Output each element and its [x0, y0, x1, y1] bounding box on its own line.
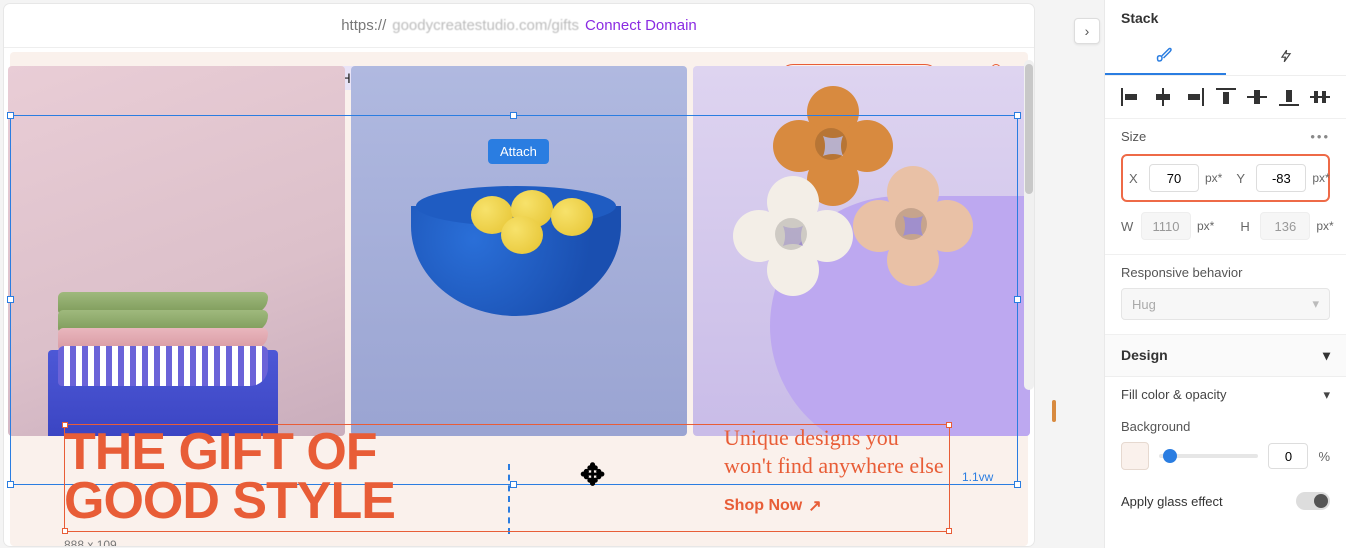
- h-label: H: [1240, 219, 1254, 234]
- scrollbar-thumb[interactable]: [1025, 64, 1033, 194]
- hero-images: [4, 66, 1034, 436]
- align-center-h-icon[interactable]: [1153, 88, 1173, 106]
- position-row-highlight: X px* Y px*: [1121, 154, 1330, 202]
- tab-interactions[interactable]: [1226, 36, 1346, 75]
- spacing-label: 1.1vw: [962, 470, 993, 484]
- inspector-title: Stack: [1105, 0, 1346, 36]
- responsive-value: Hug: [1132, 297, 1156, 312]
- glass-toggle[interactable]: [1296, 492, 1330, 510]
- caret-down-icon: ▾: [1323, 387, 1330, 403]
- design-section-header[interactable]: Design ▾: [1105, 335, 1346, 377]
- w-input: [1141, 212, 1191, 240]
- attach-button[interactable]: Attach: [488, 139, 549, 164]
- slider-thumb[interactable]: [1163, 449, 1177, 463]
- editor-canvas: https:// goodycreatestudio.com/gifts Con…: [4, 4, 1034, 546]
- opacity-slider[interactable]: [1159, 454, 1258, 458]
- align-center-v-icon[interactable]: [1247, 88, 1267, 106]
- dimension-label: 888 x 109: [64, 538, 117, 546]
- distribute-icon[interactable]: [1310, 88, 1330, 106]
- w-unit: px*: [1197, 219, 1214, 233]
- fill-label: Fill color & opacity: [1121, 387, 1226, 403]
- h-unit: px*: [1316, 219, 1333, 233]
- y-input[interactable]: [1256, 164, 1306, 192]
- align-bottom-icon[interactable]: [1279, 88, 1299, 106]
- more-icon[interactable]: •••: [1310, 129, 1330, 144]
- selection-outline-inner: [64, 424, 950, 532]
- resize-handle[interactable]: [946, 528, 952, 534]
- connect-domain-link[interactable]: Connect Domain: [585, 17, 697, 34]
- chevron-down-icon: ▾: [1312, 296, 1319, 312]
- hero-image-3[interactable]: [693, 66, 1030, 436]
- alignment-row: [1105, 76, 1346, 119]
- fill-opacity-row[interactable]: Fill color & opacity ▾: [1105, 377, 1346, 413]
- inspector-tabs: [1105, 36, 1346, 76]
- h-input[interactable]: [1260, 212, 1310, 240]
- url-host: goodycreatestudio.com/gifts: [392, 17, 579, 34]
- hero-image-1[interactable]: [8, 66, 345, 436]
- hero-image-2[interactable]: [351, 66, 688, 436]
- align-right-icon[interactable]: [1184, 88, 1204, 106]
- x-label: X: [1129, 171, 1143, 186]
- glass-label: Apply glass effect: [1121, 494, 1223, 509]
- size-label: Size: [1121, 129, 1146, 144]
- panel-resize-handle[interactable]: [1052, 400, 1056, 422]
- x-unit: px*: [1205, 171, 1222, 185]
- resize-handle[interactable]: [62, 422, 68, 428]
- brush-icon: [1156, 46, 1174, 64]
- move-cursor-icon: ✥: [580, 458, 605, 493]
- caret-down-icon: ▾: [1323, 347, 1330, 364]
- chevron-right-icon: ›: [1085, 23, 1090, 39]
- tab-design[interactable]: [1105, 36, 1226, 75]
- collapse-panel-button[interactable]: ›: [1074, 18, 1100, 44]
- responsive-select[interactable]: Hug ▾: [1121, 288, 1330, 320]
- glass-effect-row: Apply glass effect: [1105, 482, 1346, 520]
- opacity-unit: %: [1318, 449, 1330, 464]
- resize-handle[interactable]: [62, 528, 68, 534]
- size-section: Size ••• X px* Y px* W px*: [1105, 119, 1346, 255]
- address-bar: https:// goodycreatestudio.com/gifts Con…: [4, 4, 1034, 48]
- inspector-panel: Stack Size ••• X: [1104, 0, 1346, 548]
- responsive-section: Responsive behavior Hug ▾: [1105, 255, 1346, 335]
- background-swatch[interactable]: [1121, 442, 1149, 470]
- align-top-icon[interactable]: [1216, 88, 1236, 106]
- opacity-input[interactable]: [1268, 443, 1308, 469]
- background-section: Background %: [1105, 413, 1346, 482]
- background-label: Background: [1121, 419, 1330, 434]
- url-scheme: https://: [341, 17, 386, 34]
- align-left-icon[interactable]: [1121, 88, 1141, 106]
- scrollbar-track[interactable]: [1024, 60, 1034, 390]
- bolt-icon: [1279, 47, 1293, 65]
- y-unit: px*: [1312, 171, 1329, 185]
- w-label: W: [1121, 219, 1135, 234]
- x-input[interactable]: [1149, 164, 1199, 192]
- responsive-label: Responsive behavior: [1121, 265, 1330, 280]
- design-label: Design: [1121, 347, 1168, 364]
- y-label: Y: [1236, 171, 1250, 186]
- resize-handle[interactable]: [946, 422, 952, 428]
